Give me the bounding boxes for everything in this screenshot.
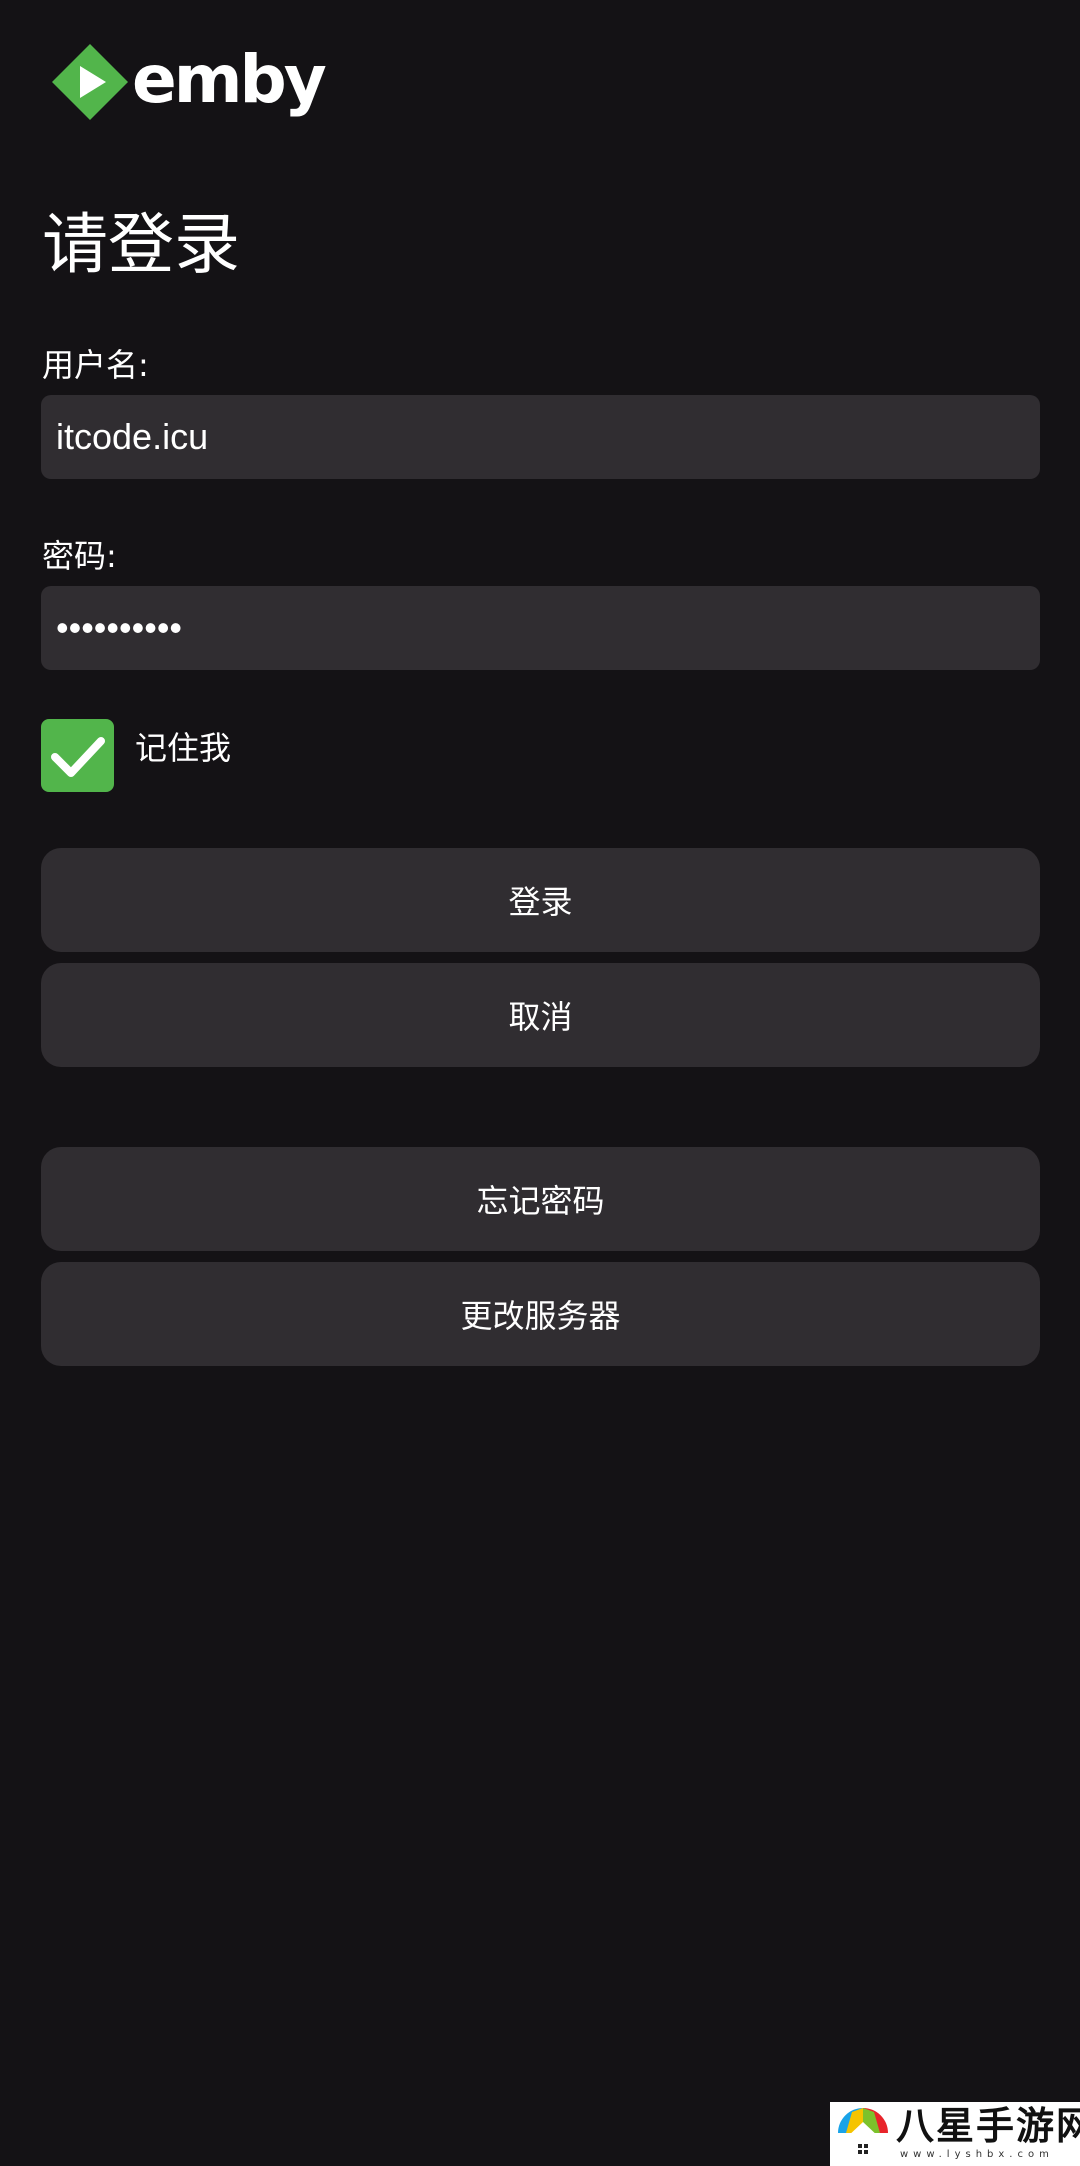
password-label: 密码: xyxy=(42,537,117,575)
password-input[interactable] xyxy=(41,586,1040,670)
remember-me-label[interactable]: 记住我 xyxy=(135,726,231,770)
page-title: 请登录 xyxy=(42,206,240,283)
emby-logo: emby xyxy=(52,44,327,126)
forgot-password-button[interactable]: 忘记密码 xyxy=(41,1147,1040,1251)
checkmark-icon xyxy=(51,737,105,777)
login-button[interactable]: 登录 xyxy=(41,848,1040,952)
emby-logo-icon xyxy=(52,44,128,120)
watermark-logo-icon xyxy=(838,2108,888,2160)
brand-name: emby xyxy=(132,41,327,118)
watermark-text: 八星手游网 xyxy=(896,2104,1080,2148)
watermark: 八星手游网 www.lyshbx.com xyxy=(830,2102,1080,2166)
remember-me-checkbox[interactable] xyxy=(41,719,114,792)
username-input[interactable] xyxy=(41,395,1040,479)
cancel-button[interactable]: 取消 xyxy=(41,963,1040,1067)
username-label: 用户名: xyxy=(42,346,149,384)
change-server-button[interactable]: 更改服务器 xyxy=(41,1262,1040,1366)
watermark-subtext: www.lyshbx.com xyxy=(900,2149,1054,2160)
